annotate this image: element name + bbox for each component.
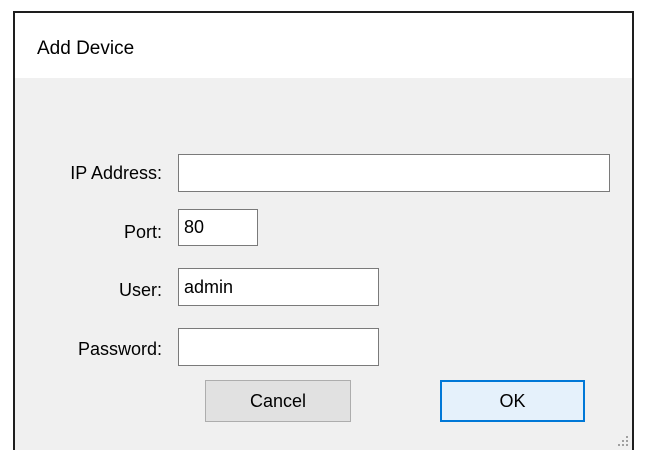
dialog-titlebar: Add Device — [15, 13, 632, 78]
port-label: Port: — [123, 222, 162, 242]
user-label: User: — [118, 280, 162, 300]
ip-address-input[interactable] — [178, 154, 610, 192]
password-label: Password: — [77, 339, 162, 359]
resize-grip-icon[interactable] — [618, 436, 628, 446]
ok-button[interactable]: OK — [440, 380, 585, 422]
password-input[interactable] — [178, 328, 379, 366]
ok-button-label: OK — [499, 390, 526, 411]
cancel-button[interactable]: Cancel — [205, 380, 351, 422]
dialog-title: Add Device — [37, 38, 135, 59]
port-input[interactable] — [178, 209, 258, 246]
ip-address-label: IP Address: — [70, 163, 162, 183]
user-input[interactable] — [178, 268, 379, 306]
add-device-dialog: Add Device IP Address: Port: User: Passw… — [13, 11, 634, 450]
cancel-button-label: Cancel — [249, 390, 307, 411]
